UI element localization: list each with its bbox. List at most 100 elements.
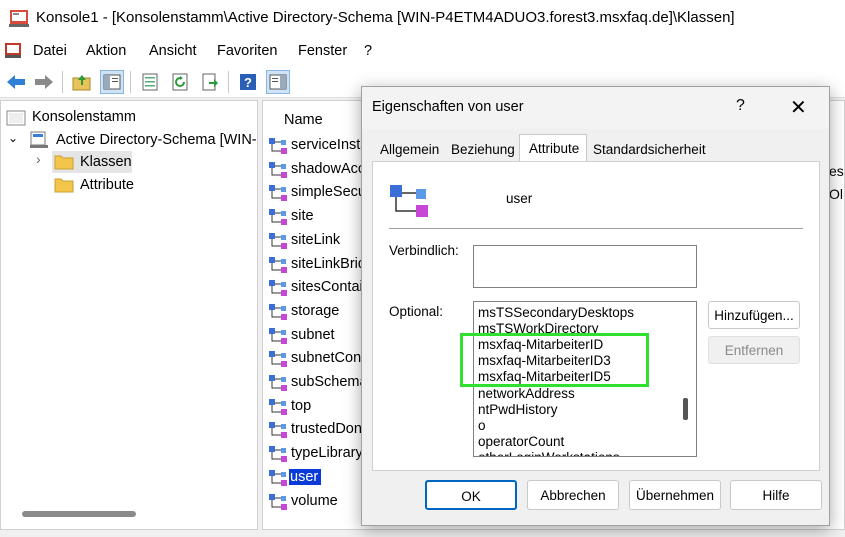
tab-allgemein[interactable]: Allgemein [380, 137, 439, 161]
tree-label: Active Directory-Schema [WIN- [56, 132, 257, 148]
menu-help[interactable]: ? [364, 43, 372, 59]
folder-icon [54, 155, 74, 170]
schema-icon [30, 131, 48, 148]
apply-button[interactable]: Übernehmen [629, 480, 721, 510]
list-item-label: subSchema [291, 374, 368, 390]
tree-label: Klassen [80, 154, 132, 170]
list-item[interactable]: networkAddress [478, 386, 575, 401]
remove-button[interactable]: Entfernen [708, 336, 800, 364]
list-item-label: subnet [291, 327, 335, 343]
console-root-icon [6, 110, 26, 126]
help-dialog-button[interactable]: Hilfe [730, 480, 822, 510]
console-tree-icon [103, 74, 121, 90]
optional-list-scrollbar[interactable] [683, 398, 688, 420]
list-item[interactable]: typeLibrary [268, 443, 368, 465]
dialog-title-bar: Eigenschaften von user ? ✕ [362, 87, 829, 129]
list-item-label: siteLinkBrid [291, 256, 366, 272]
up-folder-button[interactable] [70, 70, 94, 94]
list-item[interactable]: subSchema [268, 372, 368, 394]
export-list-button[interactable] [198, 70, 222, 94]
properties-icon [142, 73, 158, 91]
tab-beziehung[interactable]: Beziehung [451, 137, 515, 161]
chevron-right-icon[interactable]: › [36, 151, 41, 167]
schema-class-icon [269, 422, 287, 438]
console-menu-icon[interactable] [4, 41, 22, 59]
menu-bar: Datei Aktion Ansicht Favoriten Fenster ? [0, 36, 845, 66]
schema-class-icon [269, 280, 287, 296]
tree-item-konsolenstamm[interactable]: Konsolenstamm [6, 106, 206, 128]
tree-horizontal-scrollbar[interactable] [22, 511, 136, 517]
list-item-label: user [289, 469, 322, 485]
schema-class-icon [269, 185, 287, 201]
list-item[interactable]: top [268, 396, 368, 418]
list-item[interactable]: sitesContai [268, 277, 368, 299]
tab-attribute[interactable]: Attribute [519, 134, 587, 162]
tab-standardsicherheit[interactable]: Standardsicherheit [593, 137, 706, 161]
action-pane-icon [269, 74, 287, 90]
column-header-name[interactable]: Name [284, 112, 323, 128]
schema-class-icon [269, 162, 287, 178]
forward-button[interactable] [32, 70, 56, 94]
dialog-help-button[interactable]: ? [736, 97, 745, 115]
list-item-label: storage [291, 303, 340, 319]
list-item[interactable]: subnet [268, 325, 368, 347]
list-item[interactable]: trustedDon [268, 419, 368, 441]
list-item-label: simpleSecu [291, 184, 366, 200]
folder-icon [54, 178, 74, 193]
properties-button[interactable] [138, 70, 162, 94]
schema-class-icon [269, 351, 287, 367]
tree-item-ad-schema[interactable]: ⌄ Active Directory-Schema [WIN- [6, 129, 258, 151]
export-icon [202, 73, 218, 91]
list-item[interactable]: serviceInsta [268, 135, 368, 157]
menu-ansicht[interactable]: Ansicht [149, 43, 197, 59]
toolbar-separator [62, 71, 63, 93]
list-item[interactable]: siteLink [268, 230, 368, 252]
list-item[interactable]: storage [268, 301, 368, 323]
ok-button[interactable]: OK [425, 480, 517, 510]
properties-dialog: Eigenschaften von user ? ✕ Allgemein Bez… [361, 86, 830, 526]
list-item-label: trustedDon [291, 421, 362, 437]
menu-aktion[interactable]: Aktion [86, 43, 126, 59]
list-item[interactable]: siteLinkBrid [268, 254, 368, 276]
list-item[interactable]: msTSSecondaryDesktops [478, 305, 634, 320]
list-item[interactable]: simpleSecu [268, 182, 368, 204]
list-item[interactable]: subnetCon [268, 348, 368, 370]
menu-favoriten[interactable]: Favoriten [217, 43, 277, 59]
list-item[interactable]: otherLoginWorkstations [478, 450, 620, 456]
toolbar-separator [130, 71, 131, 93]
dialog-title: Eigenschaften von user [372, 99, 524, 115]
show-hide-tree-button[interactable] [100, 70, 124, 94]
list-item[interactable]: site [268, 206, 368, 228]
menu-datei[interactable]: Datei [33, 43, 67, 59]
folder-up-icon [72, 75, 91, 91]
back-button[interactable] [4, 70, 28, 94]
cancel-button[interactable]: Abbrechen [527, 480, 619, 510]
add-button[interactable]: Hinzufügen... [708, 301, 800, 329]
list-item[interactable]: operatorCount [478, 434, 564, 449]
tree-item-attribute[interactable]: Attribute [54, 174, 154, 196]
list-item-label: site [291, 208, 314, 224]
list-item-label: sitesContai [291, 279, 363, 295]
schema-class-icon [269, 304, 287, 320]
schema-class-icon [269, 375, 287, 391]
list-item[interactable]: volume [268, 491, 368, 513]
tree-item-klassen-label[interactable]: › Klassen [34, 151, 134, 173]
toolbar-separator [228, 71, 229, 93]
mandatory-attributes-list[interactable] [473, 245, 697, 288]
help-button[interactable]: ? [236, 70, 260, 94]
optional-label: Optional: [389, 304, 444, 319]
schema-class-icon [269, 257, 287, 273]
refresh-button[interactable] [168, 70, 192, 94]
menu-fenster[interactable]: Fenster [298, 43, 347, 59]
chevron-down-icon[interactable]: ⌄ [8, 131, 18, 145]
schema-class-icon [269, 209, 287, 225]
list-item[interactable]: o [478, 418, 486, 433]
object-name: user [506, 191, 533, 206]
list-item[interactable]: ntPwdHistory [478, 402, 558, 417]
hidden-column-text: Ol [829, 186, 843, 202]
highlight-frame [460, 333, 649, 387]
list-item[interactable]: shadowAcco [268, 159, 373, 181]
close-icon[interactable]: ✕ [790, 95, 807, 120]
show-hide-action-pane-button[interactable] [266, 70, 290, 94]
refresh-icon [172, 73, 188, 91]
